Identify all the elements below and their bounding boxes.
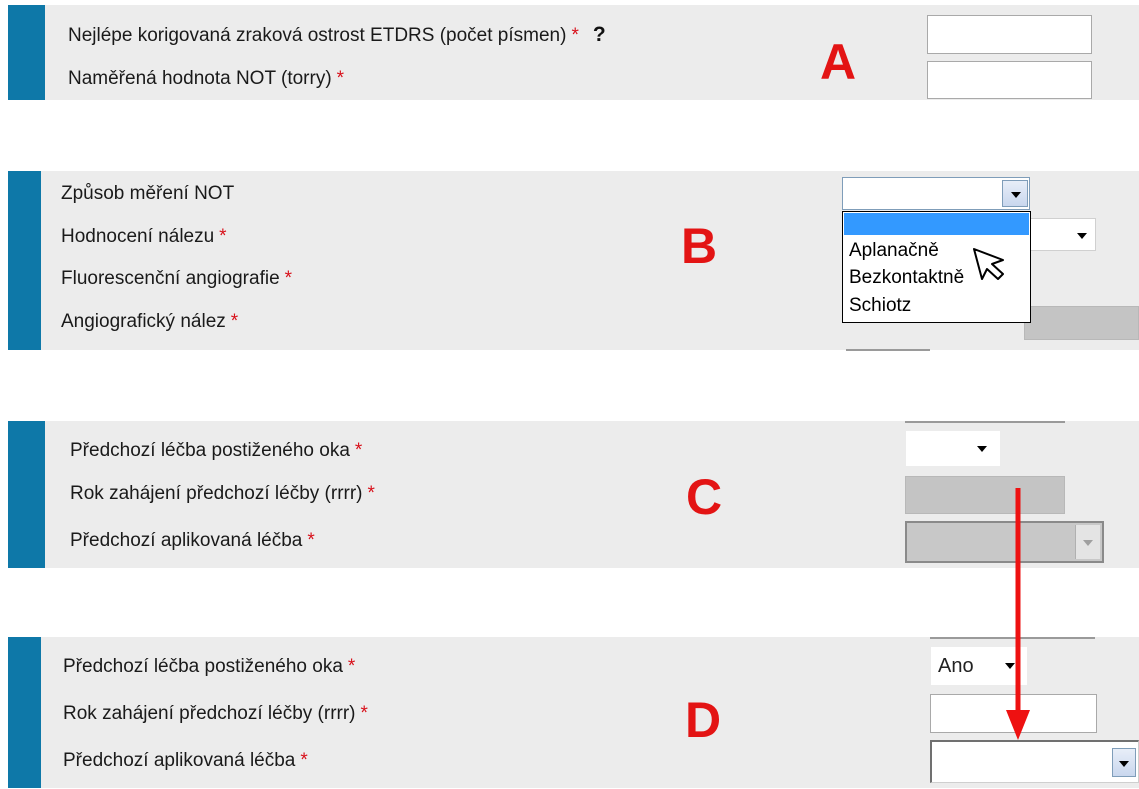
required-marker: * [300,750,308,771]
dropdown-button [1075,525,1100,559]
required-marker: * [360,703,368,724]
chevron-down-icon [977,446,987,452]
dropdown-option-bezkontaktne[interactable]: Bezkontaktně [849,267,964,289]
panel-d: Předchozí léčba postiženého oka * Rok zah… [8,637,1139,788]
field-label-fluorescein-angiography: Fluorescenční angiografie * [61,268,293,289]
field-label-previous-treatment: Předchozí léčba postiženého oka * [70,440,363,461]
field-label-treatment-start-year: Rok zahájení předchozí léčby (rrrr) * [70,483,375,504]
panel-b-accent-bar [8,171,41,350]
chevron-down-icon [1077,233,1087,239]
field-label-not-method: Způsob měření NOT [61,183,235,204]
required-marker: * [307,530,315,551]
dropdown-option-schiotz[interactable]: Schiotz [849,295,911,317]
panel-a-accent-bar [8,5,45,100]
required-marker: * [230,311,239,332]
field-label-visual-acuity: Nejlépe korigovaná zraková ostrost ETDRS… [68,23,606,46]
dropdown-option-aplanacne[interactable]: Aplanačně [849,240,939,262]
chevron-down-icon [1011,192,1021,198]
help-icon[interactable]: ? [593,23,606,46]
field-label-not-value: Naměřená hodnota NOT (torry) * [68,68,345,89]
panel-b: Způsob měření NOT Hodnocení nálezu * Fluo… [8,171,1139,351]
not-method-select[interactable] [842,177,1030,210]
applied-treatment-select[interactable] [930,740,1139,783]
field-label-applied-treatment: Předchozí aplikovaná léčba * [70,530,315,551]
red-arrow-down-icon [1006,488,1030,740]
mouse-pointer-icon [973,248,1004,280]
required-marker: * [354,440,363,461]
previous-treatment-value: Ano [938,655,974,677]
field-label-applied-treatment: Předchozí aplikovaná léčba * [63,750,308,771]
dropdown-option-empty[interactable] [844,213,1029,235]
chevron-down-icon [1083,540,1093,546]
annotation-letter-c: C [686,469,723,525]
chevron-down-icon [1119,761,1129,767]
dropdown-button[interactable] [1002,180,1028,207]
required-marker: * [367,483,375,504]
annotation-letter-d: D [685,692,722,748]
panel-a: Nejlépe korigovaná zraková ostrost ETDRS… [8,5,1139,100]
required-marker: * [571,25,579,46]
visual-acuity-input[interactable] [927,15,1092,54]
required-marker: * [336,68,345,89]
angiographic-finding-field [1024,306,1139,340]
panel-d-accent-bar [8,637,41,788]
previous-treatment-select[interactable] [906,431,1000,466]
annotation-letter-b: B [681,218,718,274]
required-marker: * [347,656,356,677]
not-value-input[interactable] [927,61,1092,99]
field-label-previous-treatment: Předchozí léčba postiženého oka * [63,656,356,677]
field-label-angiographic-finding: Angiografický nález * [61,311,239,332]
dropdown-button[interactable] [1112,748,1136,777]
finding-evaluation-select[interactable] [1024,218,1096,251]
treatment-start-year-input [905,476,1065,514]
panel-c-accent-bar [8,421,45,568]
required-marker: * [284,268,293,289]
field-label-treatment-start-year: Rok zahájení předchozí léčby (rrrr) * [63,703,368,724]
annotation-letter-a: A [820,34,857,90]
field-edge-line [846,349,930,351]
field-edge-line [905,421,1065,423]
field-label-finding-evaluation: Hodnocení nálezu * [61,226,227,247]
panel-c: Předchozí léčba postiženého oka * Rok zah… [8,421,1139,568]
required-marker: * [219,226,227,247]
